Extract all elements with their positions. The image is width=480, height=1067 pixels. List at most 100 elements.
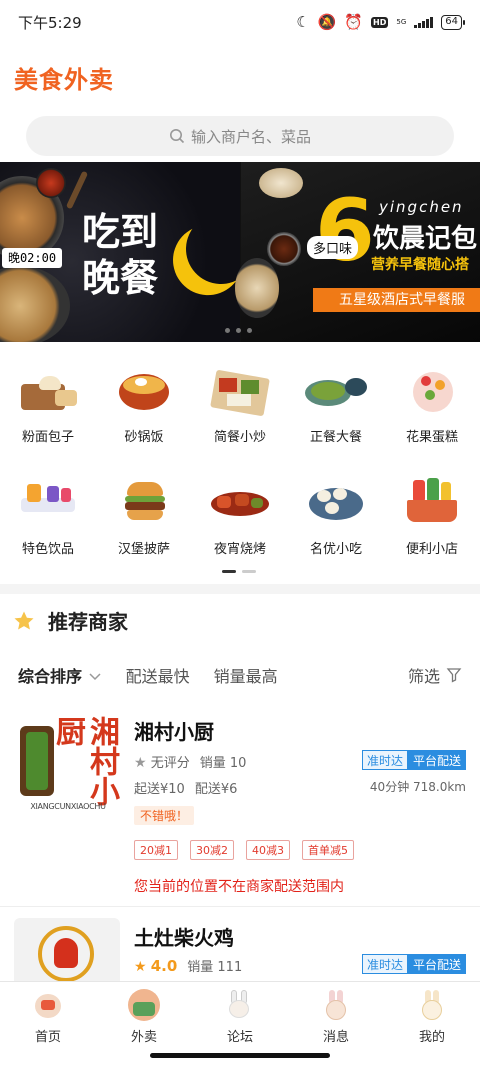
noodle-bun-icon [17,362,79,418]
status-icons: ☾ 🔕 ⏰ HD 5G 64 [296,12,465,31]
category-label: 正餐大餐 [309,430,362,445]
bbq-icon [209,474,271,530]
network-label: 5G [396,18,407,26]
category-bbq[interactable]: 夜宵烧烤 [192,468,288,580]
banner-pager [225,328,252,333]
shop-name: 土灶柴火鸡 [134,926,234,950]
category-drinks[interactable]: 特色饮品 [0,468,96,580]
banner-subtitle: 营养早餐随心搭 [371,257,469,273]
shop-delivery-fee: 配送¥6 [194,782,238,797]
category-snack[interactable]: 名优小吃 [288,468,384,580]
ontime-badge: 准时达 [361,954,408,974]
platform-badge: 平台配送 [407,954,466,974]
shop-min-order: 起送¥10 [134,782,185,797]
promo-list: 20减1 30减2 40减3 首单减5 [134,840,354,860]
sort-top-sales[interactable]: 销量最高 [214,663,278,687]
nav-home[interactable]: 首页 [0,982,96,1067]
home-indicator [150,1053,330,1058]
shop-rating-row: ★ 4.0 销量 111 [134,956,243,976]
shop-tag: 不错哦！ [134,806,195,825]
shop-rating: 无评分 [150,756,190,771]
status-time: 下午5:29 [18,13,82,32]
star-icon: ★ [134,958,147,975]
shop-logo: 湘村小厨 XIANGCUNXIAOCHU [14,712,120,818]
star-icon: ★ [134,755,147,771]
takeout-icon [127,988,161,1022]
category-label: 便利小店 [405,542,458,557]
shop-time-distance: 40分钟 718.0km [369,780,466,794]
promo-banner[interactable]: 晚02:00 吃到 晚餐 6 多口味 yingchen 饮晨记包 营养早餐随心搭… [0,162,480,342]
shop-price-row: 起送¥10 配送¥6 [134,778,237,797]
search-icon [169,129,185,144]
promo-tag: 20减1 [134,840,178,860]
banner-slide-dinner[interactable]: 晚02:00 吃到 晚餐 [0,162,240,342]
section-header: 推荐商家 [12,606,128,635]
drinks-icon [17,474,79,530]
nav-label: 首页 [34,1030,61,1045]
nav-label: 外卖 [130,1030,157,1045]
nav-label: 我的 [418,1030,445,1045]
section-title: 推荐商家 [48,610,128,634]
category-label: 名优小吃 [309,542,362,557]
promo-tag: 首单减5 [302,840,354,860]
category-store[interactable]: 便利小店 [384,468,480,580]
category-label: 特色饮品 [21,542,74,557]
shop-sales: 销量 111 [187,960,243,975]
category-claypot-rice[interactable]: 砂锅饭 [96,356,192,468]
store-basket-icon [401,474,463,530]
banner-clock: 晚02:00 [2,248,62,268]
status-bar: 下午5:29 ☾ 🔕 ⏰ HD 5G 64 [0,0,480,44]
banner-text-line2: 晚餐 [82,256,159,300]
delivery-badges: 准时达 平台配送 [361,750,466,770]
banner-slide-breakfast[interactable]: 6 多口味 yingchen 饮晨记包 营养早餐随心搭 五星级酒店式早餐服 [235,162,480,342]
section-divider [0,584,480,594]
feast-icon [305,362,367,418]
shop-rating-row: ★ 无评分 销量 10 [134,752,246,771]
category-feast[interactable]: 正餐大餐 [288,356,384,468]
card-divider [0,906,480,907]
banner-slogan: 五星级酒店式早餐服 [313,288,480,312]
search-input[interactable]: 输入商户名、菜品 [26,116,454,156]
search-placeholder: 输入商户名、菜品 [190,127,311,146]
nav-label: 消息 [322,1030,349,1045]
promo-tag: 30减2 [190,840,234,860]
category-burger[interactable]: 汉堡披萨 [96,468,192,580]
shop-card[interactable]: 湘村小厨 XIANGCUNXIAOCHU 湘村小厨 ★ 无评分 销量 10 准时… [0,712,480,906]
chevron-down-icon [89,673,101,681]
shop-card[interactable]: 土灶柴火鸡 ★ 4.0 销量 111 准时达 平台配送 [0,918,480,1024]
sort-fastest[interactable]: 配送最快 [126,663,190,687]
page-title: 美食外卖 [14,66,114,94]
star-icon [14,611,34,629]
platform-badge: 平台配送 [407,750,466,770]
category-label: 简餐小炒 [213,430,266,445]
moon-icon: ☾ [296,12,310,31]
banner-tag: 多口味 [307,236,359,259]
hd-badge: HD [371,16,389,28]
category-set-meal[interactable]: 简餐小炒 [192,356,288,468]
category-noodle-bun[interactable]: 粉面包子 [0,356,96,468]
nav-profile[interactable]: 我的 [384,982,480,1067]
category-grid: 粉面包子 砂锅饭 简餐小炒 正餐大餐 花果蛋糕 特色饮品 汉堡披萨 夜宵烧烤 名… [0,356,480,580]
filter-icon [446,668,462,683]
sort-bar: 综合排序 配送最快 销量最高 筛选 [0,658,480,692]
sort-comprehensive[interactable]: 综合排序 [18,663,102,687]
alarm-icon: ⏰ [344,12,364,31]
burger-icon [113,474,175,530]
delivery-range-warning: 您当前的位置不在商家配送范围内 [134,879,344,895]
filter-button[interactable]: 筛选 [408,663,462,687]
signal-icon [414,16,434,28]
shop-sales: 销量 10 [199,756,247,771]
category-cake[interactable]: 花果蛋糕 [384,356,480,468]
category-pager [222,570,256,573]
ontime-badge: 准时达 [361,750,408,770]
set-meal-icon [209,362,271,418]
shop-name: 湘村小厨 [134,720,214,744]
delivery-badges: 准时达 平台配送 [361,954,466,974]
mute-icon: 🔕 [317,12,337,31]
banner-brand: 饮晨记包 [373,224,478,254]
home-icon [31,988,65,1022]
nav-label: 论坛 [226,1030,253,1045]
claypot-rice-icon [113,362,175,418]
forum-icon [223,988,257,1022]
banner-text-line1: 吃到 [82,210,159,254]
